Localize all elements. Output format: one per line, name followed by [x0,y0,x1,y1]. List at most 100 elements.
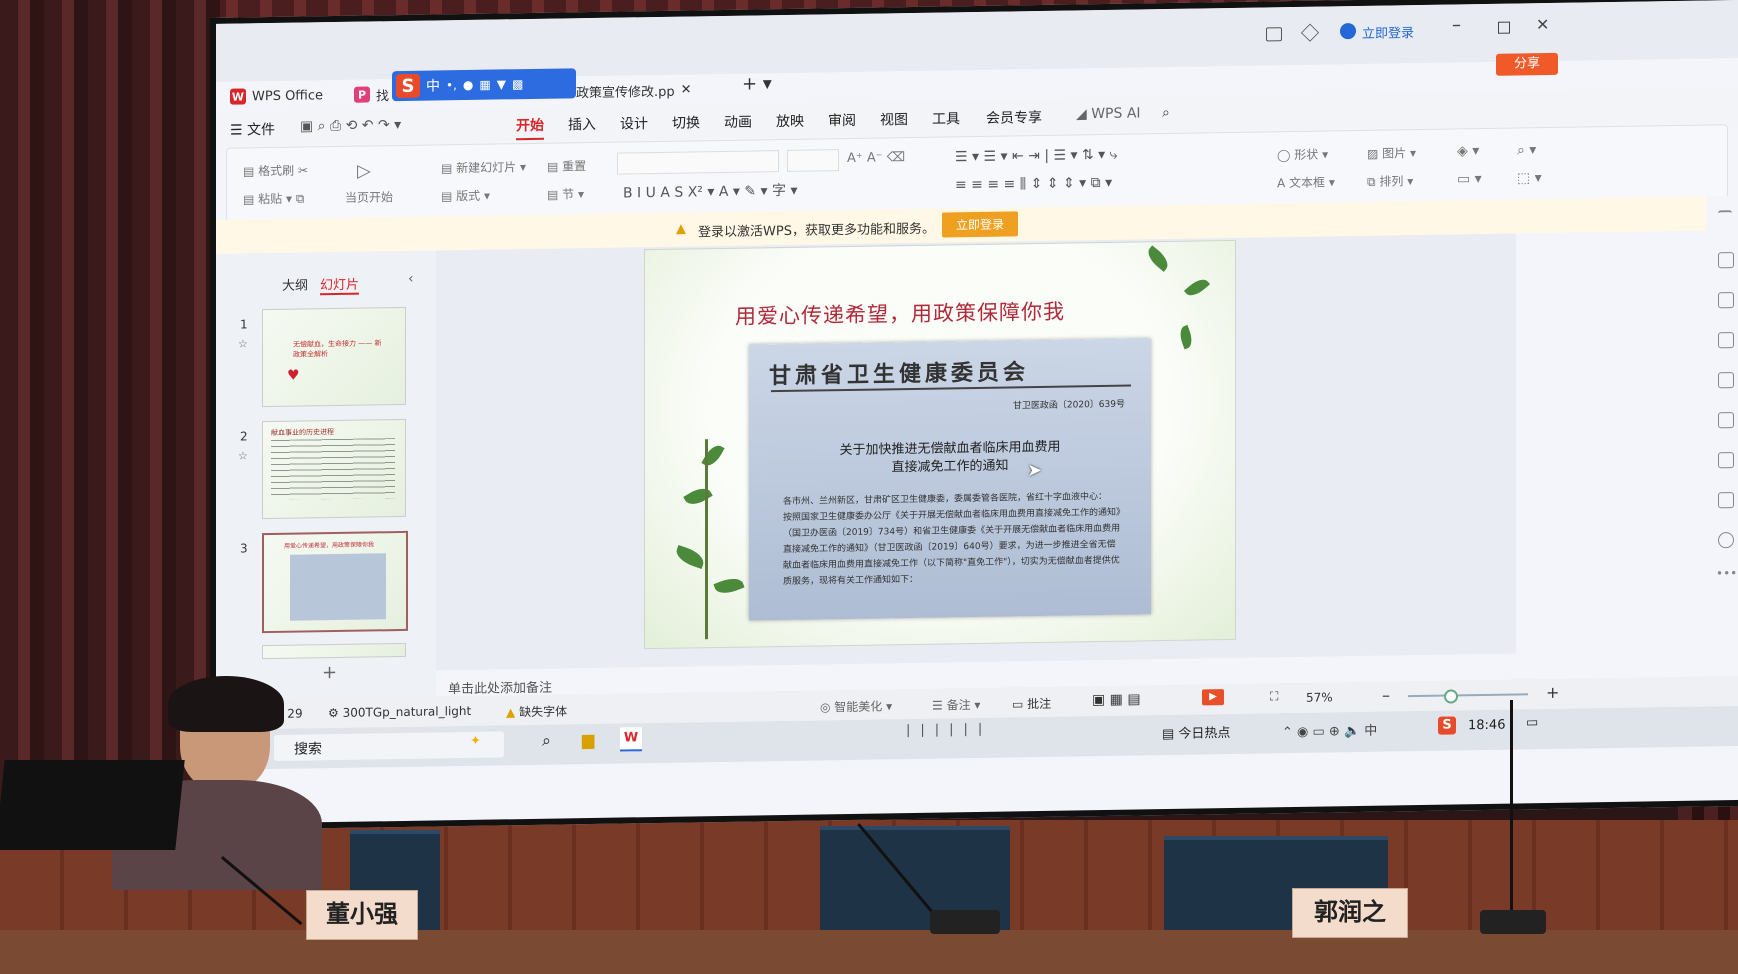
menu-slideshow[interactable]: 放映 [776,111,804,131]
ime-toolbar[interactable]: S 中 •, ● ▦ ▼ ▩ [392,68,576,102]
tab-outline[interactable]: 大纲 [282,274,308,293]
menu-insert[interactable]: 插入 [568,114,596,134]
fill-icon[interactable]: ◈ ▾ [1457,143,1479,159]
list-indent-icons[interactable]: ☰ ▾ ☰ ▾ ⇤ ⇥ | ☰ ▾ ⇅ ▾ ⤷ [955,147,1117,166]
picture-button[interactable]: ▨ 图片 ▾ [1367,144,1416,162]
punctuation-icon[interactable]: •, [446,78,457,92]
toolbox-icon[interactable]: ▩ [512,77,523,91]
microphone-icon[interactable]: ● [463,78,473,92]
play-from-current-button[interactable]: 当页开始 [345,188,393,206]
collapse-pane-icon[interactable]: ‹ [408,271,414,287]
alignment-icons[interactable]: ≡ ≡ ≡ ≡ ⫼ ⇕ ⇕ ⇕ ▾ ⧉ ▾ [955,175,1112,193]
beautify-label: 智能美化 [834,699,883,715]
news-widget[interactable]: ▤ 今日热点 [1162,722,1230,742]
close-tab-icon[interactable]: ✕ [681,82,692,97]
close-icon[interactable]: ✕ [1536,15,1549,34]
share-button[interactable]: 分享 [1496,52,1558,76]
wps-taskbar-icon[interactable]: W [620,727,642,752]
new-tab-icon[interactable]: + ▾ [742,73,772,94]
help-icon[interactable] [1718,532,1734,549]
font-grow-shrink-icons[interactable]: A⁺ A⁻ ⌫ [847,150,905,166]
menu-animation[interactable]: 动画 [724,111,752,131]
sogou-tray-icon[interactable]: S [1438,716,1456,735]
keyboard-icon[interactable]: ▦ [479,78,490,92]
tab-wps-office[interactable]: W WPS Office [230,80,350,112]
beautify-button[interactable]: ◎ 智能美化 ▾ [820,697,892,715]
find-icon[interactable]: ⌕ ▾ [1517,142,1536,158]
comments-button[interactable]: ▭ 批注 [1012,695,1051,713]
zoom-slider-handle[interactable] [1444,689,1458,704]
quick-access-icons[interactable]: ▣ ⌕ ⎙ ⟲ ↶ ↷ ▾ [300,117,401,135]
text-style-icons[interactable]: B I U A S X² ▾ A ▾ ✎ ▾ 字 ▾ [623,180,797,203]
cube-icon[interactable] [1300,23,1320,42]
outline-icon[interactable]: ▭ ▾ [1457,171,1482,187]
view-mode-icons[interactable]: ▣ ▦ ▤ [1092,691,1141,708]
menu-view[interactable]: 视图 [880,109,908,129]
tab-slides[interactable]: 幻灯片 [320,273,360,296]
font-size-select[interactable] [787,149,839,172]
theme-name[interactable]: ⚙ 300TGp_natural_light [328,704,471,720]
minimize-icon[interactable]: – [1452,14,1461,35]
star-icon[interactable] [1718,292,1734,309]
skin-icon[interactable]: ▼ [497,77,506,91]
paste-button[interactable]: ▤ 粘贴 ▾ ⧉ [243,190,304,208]
textbox-button[interactable]: A 文本框 ▾ [1277,173,1335,191]
star-icon[interactable]: ☆ [238,449,248,462]
menu-transition[interactable]: 切换 [672,112,700,132]
collapse-icon[interactable] [1718,210,1732,227]
notice-login-button[interactable]: 立即登录 [942,211,1019,238]
copy-icon[interactable] [1718,332,1734,349]
window-icon[interactable] [1266,27,1282,42]
notes-toggle[interactable]: ☰ 备注 ▾ [932,696,980,714]
section-button[interactable]: ▤ 节 ▾ [547,185,584,203]
reset-button[interactable]: ▤ 重置 [547,157,586,175]
menu-member[interactable]: 会员专享 [986,107,1042,128]
font-family-select[interactable] [617,150,779,175]
tools-icon[interactable] [1718,412,1734,429]
tray-icons[interactable]: ⌃ ◉ ▭ ⊕ 🔈 中 [1282,720,1377,740]
shape-button[interactable]: ◯ 形状 ▾ [1277,145,1328,163]
file-menu[interactable]: ☰ 文件 [230,119,275,140]
star-icon[interactable]: ☆ [238,337,248,350]
animation-icon[interactable] [1718,372,1734,389]
zoom-out-icon[interactable]: – [1382,685,1390,704]
arrange-button[interactable]: ⧉ 排列 ▾ [1367,172,1413,190]
menu-home[interactable]: 开始 [516,114,544,141]
notification-icon[interactable]: ▭ [1526,715,1538,730]
restore-icon[interactable] [1498,21,1510,34]
tab-document[interactable]: 政策宣传修改.pp ✕ [576,74,716,106]
menu-design[interactable]: 设计 [620,113,648,133]
missing-font-button[interactable]: ▲ 缺失字体 [506,702,567,720]
menu-review[interactable]: 审阅 [828,110,856,130]
file-label: 文件 [247,121,276,139]
select-icon[interactable]: ⬚ ▾ [1517,170,1542,186]
file-explorer-icon[interactable]: ▆ [582,730,594,749]
properties-icon[interactable] [1718,252,1734,269]
search-icon[interactable]: ⌕ [1162,105,1170,121]
taskbar-pinned-icons[interactable]: |||||| [906,722,992,738]
new-slide-button[interactable]: ▤ 新建幻灯片 ▾ [441,158,526,176]
ime-lang[interactable]: 中 [426,75,440,95]
slide-thumbnail-3[interactable]: 用爱心传递希望，用政策保障你我 [262,530,408,634]
current-slide[interactable]: 用爱心传递希望，用政策保障你我 甘肃省卫生健康委员会 甘卫医政函〔2020〕63… [644,239,1236,650]
slide-thumbnail-1[interactable]: 无偿献血，生命接力 —— 新政策全解析 ♥ [262,306,406,408]
news-label: 今日热点 [1178,725,1231,742]
zoom-level[interactable]: 57% [1306,690,1333,704]
layout-button[interactable]: ▤ 版式 ▾ [441,187,490,205]
slide-thumbnail-2[interactable]: 献血事业的历史进程 [262,418,406,520]
zoom-slider[interactable] [1408,693,1528,698]
wps-ai-button[interactable]: ◢ WPS AI [1076,105,1141,122]
image-icon[interactable] [1718,492,1734,509]
slideshow-play-icon[interactable]: ▶ [1202,689,1224,706]
play-icon[interactable]: ▷ [357,160,371,181]
search-icon[interactable]: ⌕ [542,731,551,751]
textbox-label: 文本框 [1289,175,1326,191]
menu-tools[interactable]: 工具 [932,108,960,128]
format-painter-button[interactable]: ▤ 格式刷 ✂ [243,161,308,179]
more-icon[interactable]: ••• [1716,566,1737,580]
microphone [1510,700,1513,920]
fit-window-icon[interactable]: ⛶ [1270,689,1278,704]
book-icon[interactable] [1718,452,1734,469]
zoom-in-icon[interactable]: + [1546,683,1559,702]
login-link[interactable]: 立即登录 [1362,22,1414,42]
